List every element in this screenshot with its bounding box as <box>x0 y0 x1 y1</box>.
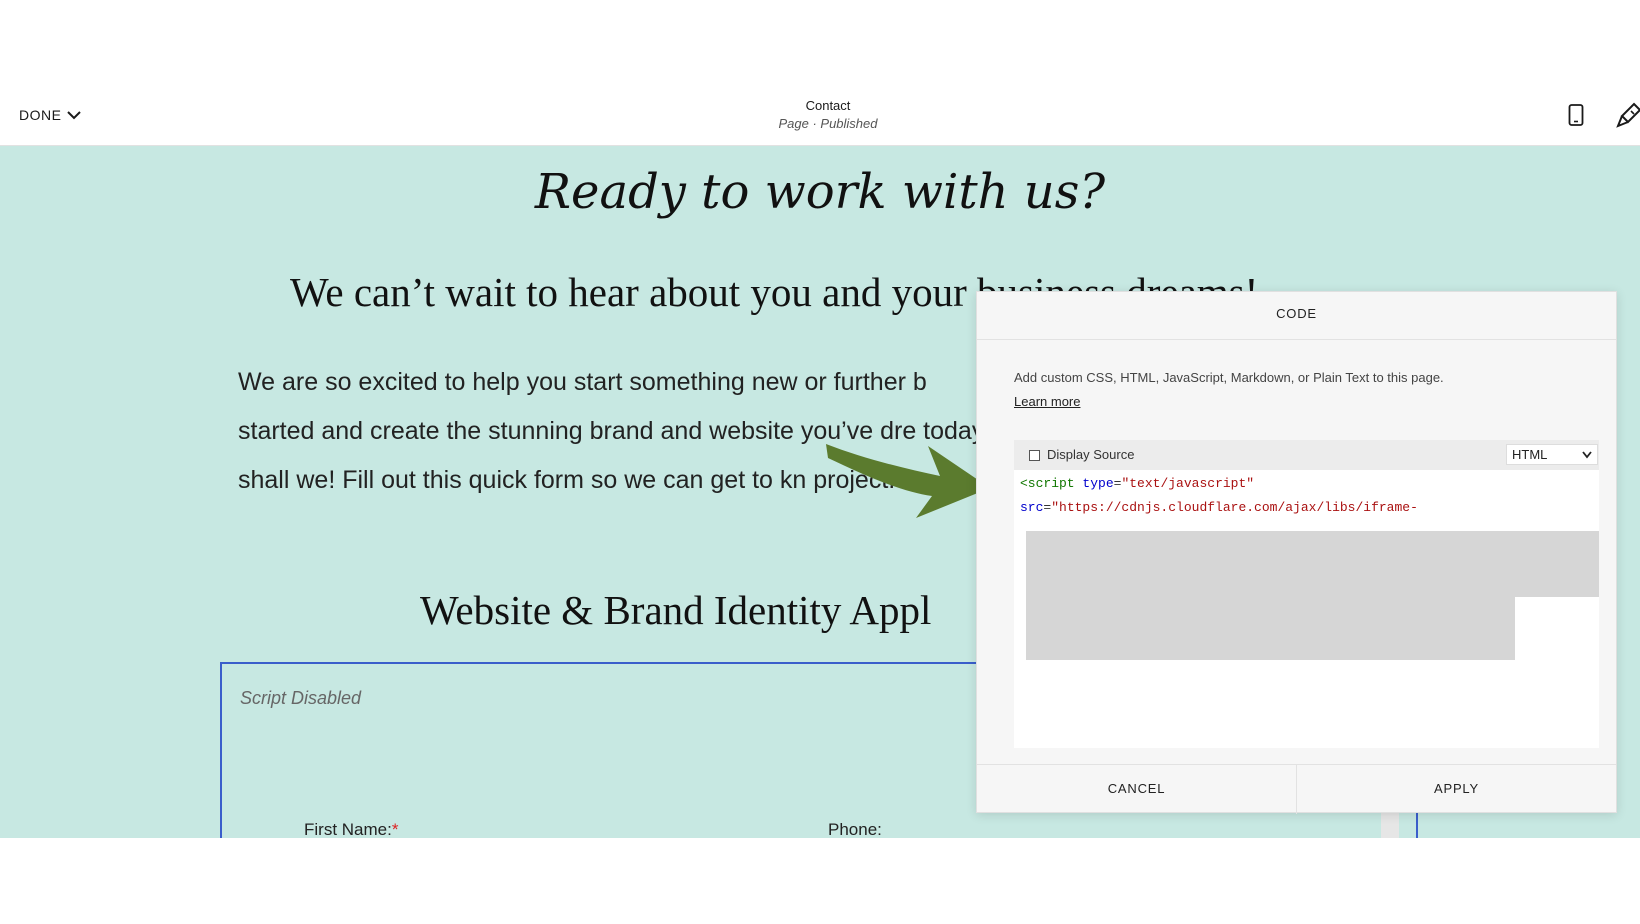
mobile-icon[interactable] <box>1568 104 1584 126</box>
first-name-label: First Name:* <box>304 820 399 838</box>
script-disabled-text: Script Disabled <box>240 688 362 708</box>
redacted-code <box>1026 531 1599 597</box>
language-selected: HTML <box>1512 447 1548 462</box>
code-editor[interactable]: <script type="text/javascript" src="http… <box>1014 470 1599 748</box>
paintbrush-icon[interactable] <box>1616 102 1640 128</box>
page-heading: Ready to work with us? <box>534 164 1106 220</box>
chevron-down-icon <box>1582 451 1592 459</box>
required-mark: * <box>391 820 399 838</box>
arrow-annotation <box>826 444 990 518</box>
redacted-code <box>1026 597 1515 660</box>
code-line: <script type="text/javascript" <box>1020 476 1255 491</box>
editor-topbar: DONE Contact Page · Published <box>0 80 1640 146</box>
editor-header: Display Source HTML <box>1014 440 1599 470</box>
page-title: Contact <box>805 98 851 113</box>
dialog-title: CODE <box>977 292 1616 340</box>
language-select[interactable]: HTML <box>1506 444 1598 465</box>
apply-button[interactable]: APPLY <box>1297 765 1616 814</box>
page-status: Page · Published <box>778 116 878 131</box>
learn-more-link[interactable]: Learn more <box>1014 394 1080 409</box>
dialog-description: Add custom CSS, HTML, JavaScript, Markdo… <box>1014 370 1444 385</box>
code-line: src="https://cdnjs.cloudflare.com/ajax/l… <box>1020 500 1418 515</box>
scrollbar[interactable] <box>1381 810 1399 838</box>
display-source-label: Display Source <box>1047 447 1135 462</box>
phone-label: Phone: <box>828 820 882 838</box>
dialog-footer: CANCEL APPLY <box>977 764 1616 814</box>
cancel-button[interactable]: CANCEL <box>977 765 1297 814</box>
code-dialog: CODE Add custom CSS, HTML, JavaScript, M… <box>976 291 1617 814</box>
display-source-checkbox[interactable] <box>1029 450 1040 461</box>
form-heading: Website & Brand Identity Appl <box>420 587 932 633</box>
